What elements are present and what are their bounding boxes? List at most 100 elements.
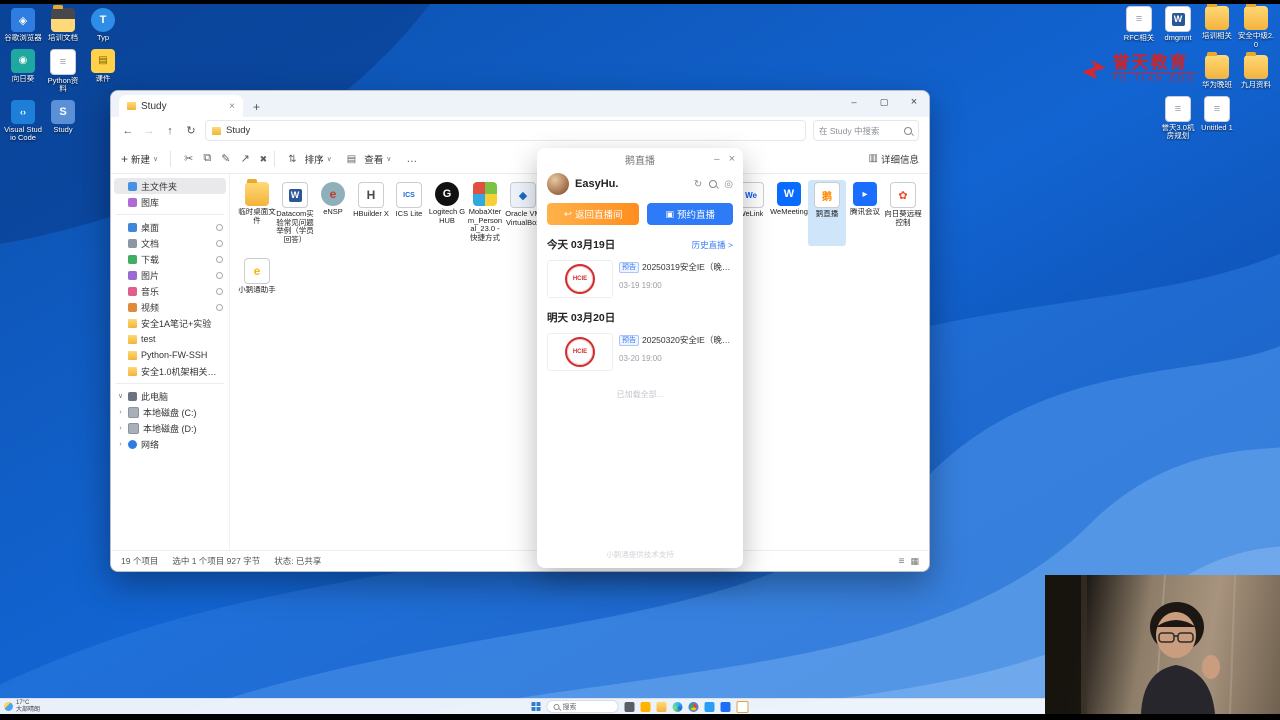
close-button[interactable]: [899, 91, 929, 113]
desktop-icon-6[interactable]: Visual Studio Code: [4, 99, 42, 143]
welink-icon[interactable]: [720, 701, 731, 712]
file-item-WeMeeting[interactable]: WeMeeting: [770, 180, 808, 246]
up-icon[interactable]: [163, 125, 177, 137]
desktop-icon-3[interactable]: 向日葵: [4, 48, 42, 94]
desktop-icon-right-1[interactable]: dmgmnt: [1159, 6, 1197, 49]
desktop-icon-label: Python资料: [47, 76, 79, 93]
sidebar-item-音乐[interactable]: 音乐: [114, 283, 226, 299]
taskbar-search[interactable]: 搜索: [546, 700, 619, 713]
history-live-link[interactable]: 历史直播 >: [692, 239, 733, 251]
sidebar-item-本地磁盘 (D:)[interactable]: › 本地磁盘 (D:): [114, 420, 226, 436]
desktop-icon-4[interactable]: Python资料: [44, 48, 82, 94]
delete-icon[interactable]: [260, 153, 268, 165]
breadcrumb[interactable]: Study: [205, 120, 806, 141]
sidebar-item-此电脑[interactable]: ∨ 此电脑: [114, 388, 226, 404]
file-item-鹅直播[interactable]: 鹅直播: [808, 180, 846, 246]
file-item-MobaXterm_Personal_23.0 - 快捷方式[interactable]: MobaXterm_Personal_23.0 - 快捷方式: [466, 180, 504, 246]
sidebar-item-图库[interactable]: 图库: [114, 194, 226, 210]
details-button[interactable]: 详细信息: [869, 152, 919, 166]
sidebar-item-安全1.0机架相关规划[interactable]: 安全1.0机架相关规划: [114, 363, 226, 379]
desktop-icon-right-3[interactable]: 安全中级2.0: [1237, 4, 1275, 49]
schedule-date-label: 今天 03月19日: [547, 239, 616, 251]
refresh-icon[interactable]: [694, 179, 702, 190]
edge-icon[interactable]: [672, 701, 683, 712]
sidebar-item-视频[interactable]: 视频: [114, 299, 226, 315]
xiaoet-icon[interactable]: [640, 701, 651, 712]
tmeeting-icon: [853, 182, 877, 206]
sidebar-item-test[interactable]: test: [114, 331, 226, 347]
plus-icon: [121, 152, 128, 166]
file-item-Logitech G HUB[interactable]: Logitech G HUB: [428, 180, 466, 246]
desktop-icon-right-2[interactable]: 培训相关: [1198, 4, 1236, 49]
list-view-icon[interactable]: [899, 556, 905, 567]
start-button[interactable]: [531, 702, 541, 711]
sidebar-item-文档[interactable]: 文档: [114, 235, 226, 251]
live-entry-title: 20250320安全IE（晚班）: [642, 335, 733, 345]
sidebar-item-桌面[interactable]: 桌面: [114, 219, 226, 235]
desktop-icon-right-9[interactable]: 誉天3.0机房规划: [1159, 95, 1197, 141]
cut-icon[interactable]: [184, 152, 193, 165]
more-icon[interactable]: [406, 153, 417, 165]
file-item-Datacom实验常见问题举例（学员回答）[interactable]: Datacom实验常见问题举例（学员回答）: [276, 180, 314, 246]
file-item-eNSP[interactable]: eNSP: [314, 180, 352, 246]
ensp-icon: [321, 182, 345, 206]
grid-view-icon[interactable]: [910, 556, 919, 567]
desktop-icon-right-10[interactable]: Untitled 1: [1198, 95, 1236, 141]
copy-icon[interactable]: [203, 152, 211, 165]
new-tab-button[interactable]: [253, 100, 260, 114]
new-button[interactable]: 新建: [121, 152, 158, 166]
sidebar-item-安全1A笔记+实验[interactable]: 安全1A笔记+实验: [114, 315, 226, 331]
desktop-icon-1[interactable]: 培训文档: [44, 5, 82, 43]
forward-icon[interactable]: [142, 125, 156, 137]
maximize-button[interactable]: [869, 91, 899, 113]
panel-minimize-icon[interactable]: [714, 154, 720, 165]
vscode-icon[interactable]: [704, 701, 715, 712]
file-item-腾讯会议[interactable]: 腾讯会议: [846, 180, 884, 246]
file-item-label: 向日葵远程控制: [884, 210, 922, 227]
tab-close-icon[interactable]: [229, 101, 235, 112]
live-entry[interactable]: HCIE 预告 20250320安全IE（晚班） 03-20 19:00: [537, 329, 743, 375]
sidebar-item-图片[interactable]: 图片: [114, 267, 226, 283]
view-button[interactable]: 查看: [342, 152, 392, 166]
sort-button[interactable]: 排序: [283, 152, 332, 166]
desktop-icon-2[interactable]: Typ: [84, 8, 122, 43]
desktop-icons-left: 谷歌浏览器培训文档 Typ 向日葵 Python资料 课件 Visual Studio C…: [4, 5, 122, 143]
panel-close-icon[interactable]: [729, 153, 735, 165]
file-item-向日葵远程控制[interactable]: 向日葵远程控制: [884, 180, 922, 246]
return-live-button[interactable]: 返回直播间: [547, 203, 640, 225]
refresh-icon[interactable]: [184, 124, 198, 137]
desktop-icon-0[interactable]: 谷歌浏览器: [4, 8, 42, 43]
desktop-icon-label: dmgmnt: [1164, 34, 1192, 42]
file-item-小鹅通助手[interactable]: 小鹅通助手: [238, 256, 276, 297]
weather-widget[interactable]: 17°C 大部晴朗: [0, 700, 40, 713]
file-item-HBuilder X[interactable]: HBuilder X: [352, 180, 390, 246]
reserve-live-button[interactable]: 预约直播: [647, 203, 733, 225]
desktop-icon-7[interactable]: Study: [44, 99, 82, 143]
desktop-icon-right-6[interactable]: 华为晚班: [1198, 52, 1236, 90]
sidebar-item-下载[interactable]: 下载: [114, 251, 226, 267]
sidebar-separator: [116, 383, 224, 384]
search-icon[interactable]: [709, 180, 718, 188]
share-icon[interactable]: [240, 152, 249, 165]
explorer-icon[interactable]: [656, 701, 667, 712]
tab-study[interactable]: Study: [119, 95, 243, 117]
chrome-icon[interactable]: [688, 701, 699, 712]
sidebar-item-Python-FW-SSH[interactable]: Python-FW-SSH: [114, 347, 226, 363]
desktop-icon-5[interactable]: 课件: [84, 48, 122, 94]
file-item-ICS Lite[interactable]: ICS Lite: [390, 180, 428, 246]
settings-icon[interactable]: [724, 179, 733, 190]
live-entry[interactable]: HCIE 预告 20250319安全IE（晚班） 03-19 19:00: [537, 256, 743, 302]
desktop-icon-right-7[interactable]: 九月资料: [1237, 52, 1275, 90]
sidebar-item-本地磁盘 (C:)[interactable]: › 本地磁盘 (C:): [114, 404, 226, 420]
minimize-button[interactable]: [839, 91, 869, 113]
sidebar-item-网络[interactable]: › 网络: [114, 436, 226, 452]
file-item-临时桌面文件[interactable]: 临时桌面文件: [238, 179, 276, 246]
sidebar-item-主文件夹[interactable]: 主文件夹: [114, 178, 226, 194]
search-input[interactable]: [814, 121, 918, 140]
rename-icon[interactable]: [221, 152, 230, 165]
elive-icon[interactable]: [736, 700, 749, 713]
task-view-icon[interactable]: [624, 701, 635, 712]
desktop-icon-right-0[interactable]: RFC相关: [1120, 6, 1158, 49]
back-icon[interactable]: [121, 125, 135, 137]
pin-icon: [216, 271, 223, 279]
